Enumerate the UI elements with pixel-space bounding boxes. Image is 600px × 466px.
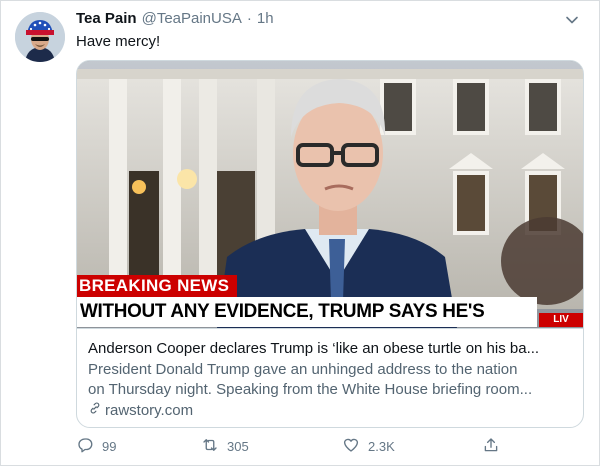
link-card[interactable]: BREAKING NEWS WITHOUT ANY EVIDENCE, TRUM…	[76, 60, 584, 428]
link-icon	[88, 401, 102, 421]
card-description: President Donald Trump gave an unhinged …	[88, 360, 571, 400]
card-description-line: on Thursday night. Speaking from the Whi…	[88, 381, 533, 398]
card-image: BREAKING NEWS WITHOUT ANY EVIDENCE, TRUM…	[77, 61, 583, 328]
author-handle[interactable]: @TeaPainUSA	[142, 10, 242, 27]
share-button[interactable]	[482, 436, 500, 457]
reply-icon	[76, 436, 94, 457]
tweet-header: Tea Pain @TeaPainUSA · 1h	[76, 10, 274, 27]
share-icon	[482, 436, 500, 457]
tweet-actions: 99 305 2.3K	[76, 436, 516, 460]
avatar-image	[15, 12, 65, 62]
tweet-timestamp[interactable]: 1h	[257, 10, 274, 27]
live-badge: LIV	[539, 313, 583, 327]
like-count: 2.3K	[368, 439, 395, 454]
breaking-news-label: BREAKING NEWS	[77, 275, 238, 297]
heart-icon	[342, 436, 360, 457]
reply-count: 99	[102, 439, 117, 454]
chevron-down-icon[interactable]	[562, 10, 582, 30]
retweet-button[interactable]: 305	[201, 436, 249, 457]
avatar[interactable]	[15, 12, 65, 62]
retweet-icon	[201, 436, 219, 457]
separator-dot: ·	[246, 10, 252, 27]
tweet-text: Have mercy!	[76, 33, 161, 50]
card-body[interactable]: Anderson Cooper declares Trump is ‘like …	[77, 328, 583, 421]
author-name[interactable]: Tea Pain	[76, 10, 137, 27]
card-domain-text: rawstory.com	[105, 402, 194, 419]
retweet-count: 305	[227, 439, 249, 454]
card-title[interactable]: Anderson Cooper declares Trump is ‘like …	[88, 339, 571, 359]
card-description-line: President Donald Trump gave an unhinged …	[88, 361, 518, 378]
like-button[interactable]: 2.3K	[342, 436, 395, 457]
reply-button[interactable]: 99	[76, 436, 116, 457]
news-chyron: WITHOUT ANY EVIDENCE, TRUMP SAYS HE'S BE…	[77, 297, 537, 327]
card-domain[interactable]: rawstory.com	[88, 401, 571, 421]
